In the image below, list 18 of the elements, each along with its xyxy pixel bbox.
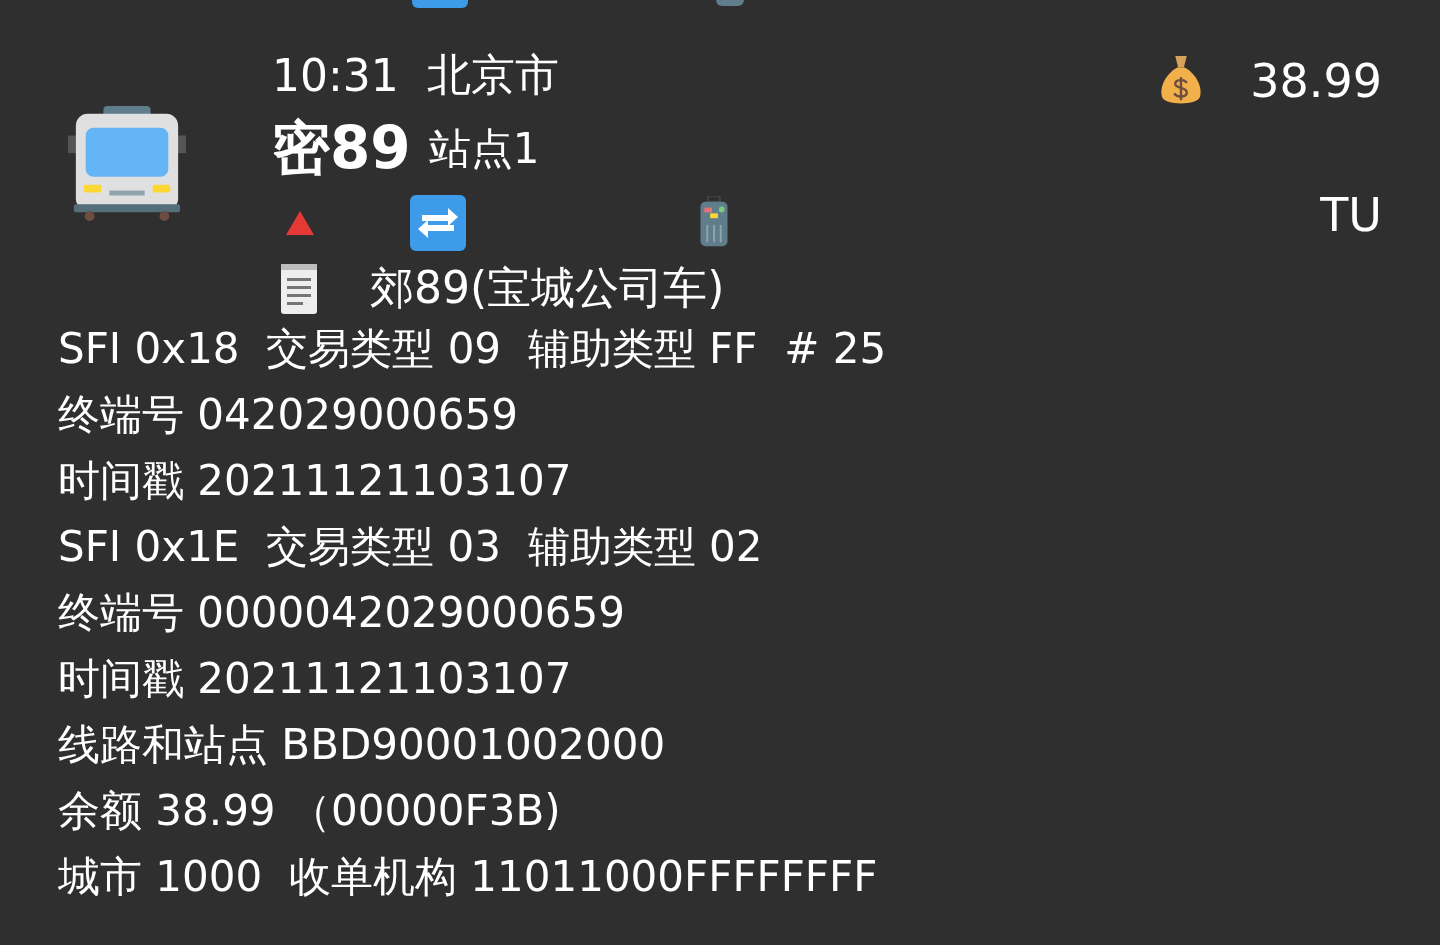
card-type: TU xyxy=(1320,188,1382,242)
record-line: SFI 0x18 交易类型 09 辅助类型 FF # 25 xyxy=(58,323,888,375)
balance-amount: 38.99 xyxy=(1250,54,1382,108)
record-line: 时间戳 20211121103107 xyxy=(58,653,573,705)
triangle-icon xyxy=(284,209,316,237)
time-text: 10:31 xyxy=(272,49,399,101)
record-line: SFI 0x1E 交易类型 03 辅助类型 02 xyxy=(58,521,764,573)
record-line: 线路和站点 BBD90001002000 xyxy=(58,719,667,771)
line-name: 密89 xyxy=(272,113,411,184)
record-line: 终端号 0000042029000659 xyxy=(58,587,626,639)
record-line: 余额 38.99 （00000F3B) xyxy=(58,785,562,837)
route-name: 郊89(宝城公司车) xyxy=(370,260,725,315)
bus-icon xyxy=(68,106,186,224)
record-line: 终端号 042029000659 xyxy=(58,389,519,441)
station-name: 站点1 xyxy=(428,123,540,175)
record-line: 城市 1000 收单机构 11011000FFFFFFFF xyxy=(58,851,879,903)
city-name: 北京市 xyxy=(426,47,559,102)
record-line: 时间戳 20211121103107 xyxy=(58,455,573,507)
